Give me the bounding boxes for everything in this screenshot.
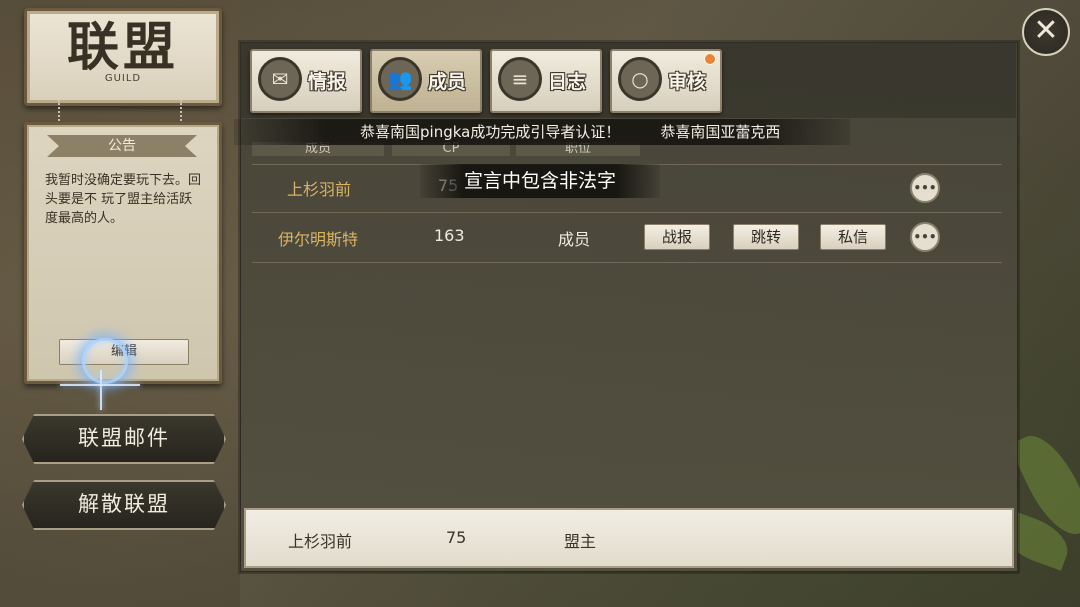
close-button[interactable]: ✕ [1022,8,1070,56]
page-title: 联盟 [66,17,179,78]
sparkle-decoration [60,384,140,386]
notice-heading: 公告 [47,135,197,157]
notice-board: 公告 我暂时没确定要玩下去。回头要是不 玩了盟主给活跃度最高的人。 编辑 [24,122,222,384]
more-options-button[interactable]: ••• [910,222,940,252]
member-name: 上杉羽前 [287,180,352,199]
guild-mail-button[interactable]: 联盟邮件 [22,414,226,464]
notification-badge [704,53,716,65]
tab-members[interactable]: 👥 成员 [370,49,482,113]
member-cp: 163 [434,226,465,245]
glow-highlight [82,338,128,384]
tab-label: 日志 [548,71,587,93]
members-icon: 👥 [378,57,422,101]
ticker-message: 恭喜南国亚蕾克西 [660,123,781,141]
disband-guild-button[interactable]: 解散联盟 [22,480,226,530]
private-message-button[interactable]: 私信 [820,224,886,250]
row-divider [252,212,1002,213]
member-role: 成员 [558,230,591,249]
tab-review[interactable]: ○ 审核 [610,49,722,113]
tab-intel[interactable]: ✉ 情报 [250,49,362,113]
tab-log[interactable]: ≡ 日志 [490,49,602,113]
member-name: 伊尔明斯特 [278,230,359,249]
row-divider [252,262,1002,263]
sparkle-decoration [100,370,102,410]
jump-button[interactable]: 跳转 [733,224,799,250]
magnifier-icon: ○ [618,57,662,101]
tab-label: 审核 [668,71,707,93]
toast-message: 宣言中包含非法字 [420,164,660,198]
page-subtitle: GUILD [104,73,142,84]
notice-text: 我暂时没确定要玩下去。回头要是不 玩了盟主给活跃度最高的人。 [45,173,202,226]
self-name: 上杉羽前 [288,532,353,551]
self-cp: 75 [446,528,467,547]
ticker-message: 恭喜南国pingka成功完成引导者认证！ [360,123,621,141]
chain-decoration [58,100,66,124]
guild-title-plaque: 联盟 GUILD [24,8,222,106]
self-role: 盟主 [564,532,597,551]
announcement-ticker: 恭喜南国pingka成功完成引导者认证！ 恭喜南国亚蕾克西 [234,119,850,145]
tab-label: 成员 [428,71,467,93]
more-options-button[interactable]: ••• [910,173,940,203]
battle-report-button[interactable]: 战报 [644,224,710,250]
chain-decoration [180,100,188,124]
logbook-icon: ≡ [498,57,542,101]
self-member-row: 上杉羽前 75 盟主 [244,508,1014,568]
envelope-icon: ✉ [258,57,302,101]
tab-label: 情报 [308,71,347,93]
